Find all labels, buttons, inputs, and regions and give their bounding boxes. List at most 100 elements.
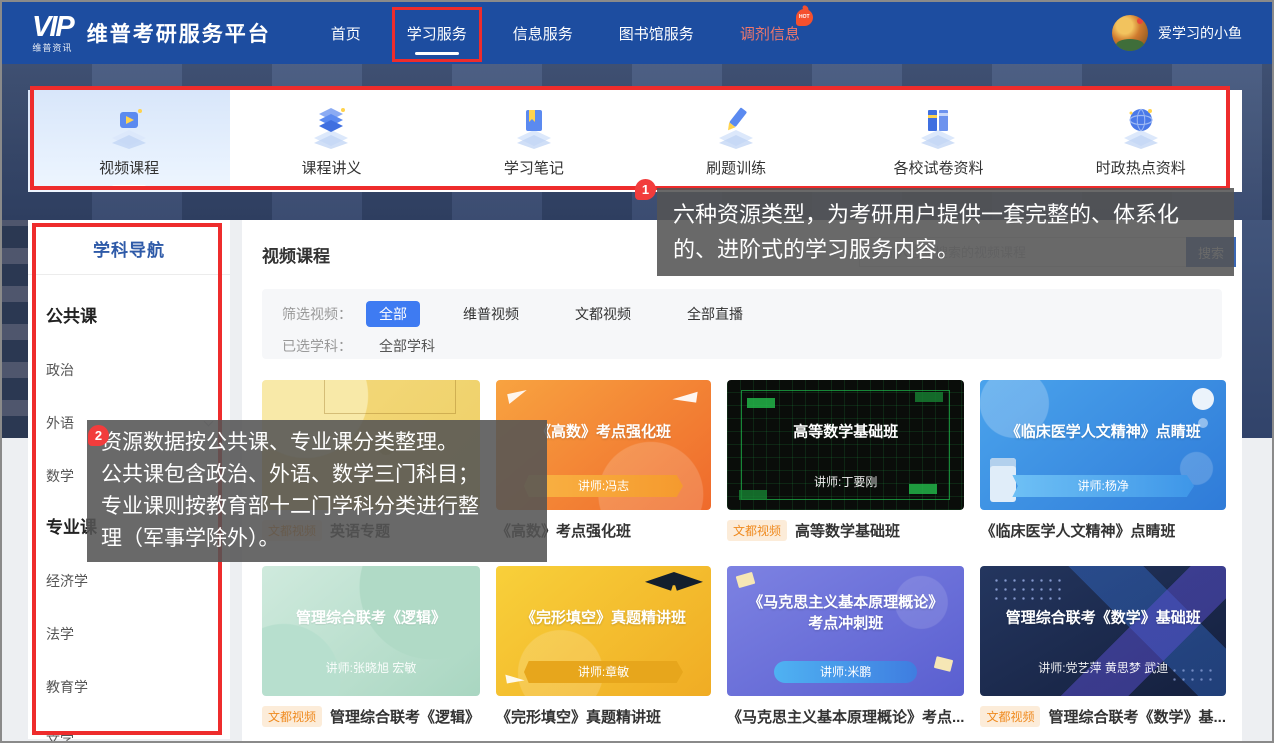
sidebar-item-label: 文学 (46, 730, 74, 743)
sidebar-item-law[interactable]: 法学 (46, 624, 212, 644)
card-caption: 文都视频高等数学基础班 (727, 520, 965, 541)
filter-label: 筛选视频： (282, 304, 352, 324)
username: 爱学习的小鱼 (1158, 23, 1242, 43)
page-title: 视频课程 (262, 242, 330, 267)
instructor-band: 讲师:杨净 (1012, 475, 1194, 497)
filter-bar: 筛选视频： 全部 维普视频 文都视频 全部直播已选学科： 全部学科 (262, 289, 1222, 359)
sidebar-item-politics[interactable]: 政治 (46, 360, 212, 380)
card-caption: 《完形填空》真题精讲班 (496, 706, 711, 727)
card-cover: 管理综合联考《数学》基础班讲师:党艺萍 黄思梦 武迪 (980, 566, 1226, 696)
sidebar-item-education[interactable]: 教育学 (46, 677, 212, 697)
card-cover: 《完形填空》真题精讲班讲师:章敏 (496, 566, 711, 696)
resource-tab-label: 视频课程 (99, 157, 159, 178)
video-card[interactable]: 《马克思主义基本原理概论》考点冲刺班讲师:米鹏《马克思主义基本原理概论》考点..… (727, 566, 965, 727)
user-account[interactable]: 爱学习的小鱼 (1112, 15, 1242, 51)
resource-tab-label: 学习笔记 (504, 157, 564, 178)
tab-current-affairs[interactable]: 时政热点资料 (1040, 90, 1242, 192)
sidebar-item-economics[interactable]: 经济学 (46, 571, 212, 591)
annotation-text-line: 公共课包含政治、外语、数学三门科目； (101, 459, 533, 491)
card-cover-title: 《完形填空》真题精讲班 (504, 608, 703, 629)
annotation-note-2: 资源数据按公共课、专业课分类整理。公共课包含政治、外语、数学三门科目；专业课则按… (87, 420, 547, 562)
video-card[interactable]: 《完形填空》真题精讲班讲师:章敏《完形填空》真题精讲班 (496, 566, 711, 727)
wendu-video-badge: 文都视频 (262, 706, 322, 727)
filter-option[interactable]: 维普视频 (450, 301, 532, 327)
card-cover-title: 高等数学基础班 (735, 422, 957, 443)
card-title: 管理综合联考《逻辑》 (330, 706, 480, 727)
tab-study-notes[interactable]: 学习笔记 (433, 90, 635, 192)
annotation-number-1: 1 (635, 179, 656, 200)
divider (28, 274, 230, 275)
card-cover-title: 《临床医学人文精神》点睛班 (988, 422, 1218, 443)
resource-tabs-panel: 视频课程 课程讲义 学习笔记 刷题训练 各校试卷资料 时政热点资料 (28, 90, 1242, 192)
video-card[interactable]: 《临床医学人文精神》点睛班讲师:杨净《临床医学人文精神》点睛班 (980, 380, 1226, 541)
annotation-text-line: 理（军事学除外）。 (101, 523, 533, 555)
play-cube-icon (107, 105, 151, 149)
card-title: 《完形填空》真题精讲班 (496, 706, 661, 727)
vip-logo[interactable]: VIP 维普资讯 (32, 13, 73, 53)
video-card[interactable]: 高等数学基础班讲师:丁要刚文都视频高等数学基础班 (727, 380, 965, 541)
books-cube-icon (916, 105, 960, 149)
sidebar-item-label: 数学 (46, 466, 74, 486)
annotation-text-line: 的、进阶式的学习服务内容。 (673, 232, 1218, 267)
nav-item-transfer-info[interactable]: 调剂信息HOT (740, 23, 800, 44)
wendu-video-badge: 文都视频 (727, 520, 787, 541)
annotation-number-2: 2 (88, 425, 109, 446)
tab-video-courses[interactable]: 视频课程 (28, 90, 230, 192)
card-cover-title: 管理综合联考《逻辑》 (270, 608, 472, 629)
nav-item-library-services[interactable]: 图书馆服务 (619, 23, 694, 44)
top-navbar: VIP 维普资讯 维普考研服务平台 首页学习服务信息服务图书馆服务调剂信息HOT… (2, 2, 1272, 64)
card-cover: 管理综合联考《逻辑》讲师:张晓旭 宏敏 (262, 566, 480, 696)
layers-cube-icon (309, 105, 353, 149)
globe-cube-icon (1119, 105, 1163, 149)
sidebar-group-public[interactable]: 公共课 (46, 302, 212, 327)
video-card[interactable]: 管理综合联考《数学》基础班讲师:党艺萍 黄思梦 武迪文都视频管理综合联考《数学》… (980, 566, 1226, 727)
card-title: 高等数学基础班 (795, 520, 900, 541)
avatar[interactable] (1112, 15, 1148, 51)
selected-subject-value: 全部学科 (366, 333, 448, 359)
vip-logo-text: VIP (32, 13, 73, 42)
sidebar-item-label: 教育学 (46, 677, 88, 697)
bookmark-cube-icon (512, 105, 556, 149)
filter-option[interactable]: 文都视频 (562, 301, 644, 327)
card-caption: 文都视频管理综合联考《数学》基... (980, 706, 1226, 727)
nav-menu: 首页 学习服务 信息服务 图书馆服务 调剂信息HOT (331, 23, 800, 44)
sidebar-item-literature[interactable]: 文学 (46, 730, 212, 743)
annotation-note-1: 六种资源类型，为考研用户提供一套完整的、体系化的、进阶式的学习服务内容。 (657, 188, 1234, 276)
instructor-band: 讲师:章敏 (524, 661, 683, 683)
instructor-label: 讲师:丁要刚 (727, 473, 965, 490)
card-cover: 高等数学基础班讲师:丁要刚 (727, 380, 965, 510)
resource-tab-label: 课程讲义 (301, 157, 361, 178)
sidebar-item-label: 法学 (46, 624, 74, 644)
filter-row: 已选学科： 全部学科 (282, 334, 1202, 358)
instructor-label: 讲师:张晓旭 宏敏 (262, 659, 480, 676)
nav-item-info-services[interactable]: 信息服务 (513, 23, 573, 44)
filter-label: 已选学科： (282, 336, 352, 356)
wendu-video-badge: 文都视频 (980, 706, 1040, 727)
annotation-text-line: 六种资源类型，为考研用户提供一套完整的、体系化 (673, 197, 1218, 232)
resource-tab-label: 时政热点资料 (1096, 157, 1186, 178)
sidebar-title: 学科导航 (46, 220, 212, 274)
annotation-text-line: 资源数据按公共课、专业课分类整理。 (101, 427, 533, 459)
annotation-text-line: 专业课则按教育部十二门学科分类进行整 (101, 491, 533, 523)
hot-flame-icon: HOT (796, 9, 813, 26)
card-cover: 《马克思主义基本原理概论》考点冲刺班讲师:米鹏 (727, 566, 965, 696)
banner-right-strip (1238, 220, 1272, 438)
card-title: 《马克思主义基本原理概论》考点... (727, 706, 965, 727)
sidebar-item-label: 政治 (46, 360, 74, 380)
nav-item-home[interactable]: 首页 (331, 23, 361, 44)
video-card[interactable]: 管理综合联考《逻辑》讲师:张晓旭 宏敏文都视频管理综合联考《逻辑》 (262, 566, 480, 727)
resource-tab-label: 刷题训练 (706, 157, 766, 178)
instructor-label: 讲师:党艺萍 黄思梦 武迪 (980, 659, 1226, 676)
annotation-box-nav (392, 7, 482, 62)
filter-option[interactable]: 全部直播 (674, 301, 756, 327)
filter-option[interactable]: 全部 (366, 301, 420, 327)
tab-course-handouts[interactable]: 课程讲义 (230, 90, 432, 192)
tab-school-papers[interactable]: 各校试卷资料 (837, 90, 1039, 192)
tab-question-drills[interactable]: 刷题训练 (635, 90, 837, 192)
card-caption: 《临床医学人文精神》点睛班 (980, 520, 1226, 541)
banner-left-strip (2, 220, 28, 438)
instructor-band: 讲师:冯志 (524, 475, 683, 497)
resource-tab-label: 各校试卷资料 (893, 157, 983, 178)
nav-item-study-services[interactable]: 学习服务 (407, 23, 467, 44)
pencil-cube-icon (714, 105, 758, 149)
